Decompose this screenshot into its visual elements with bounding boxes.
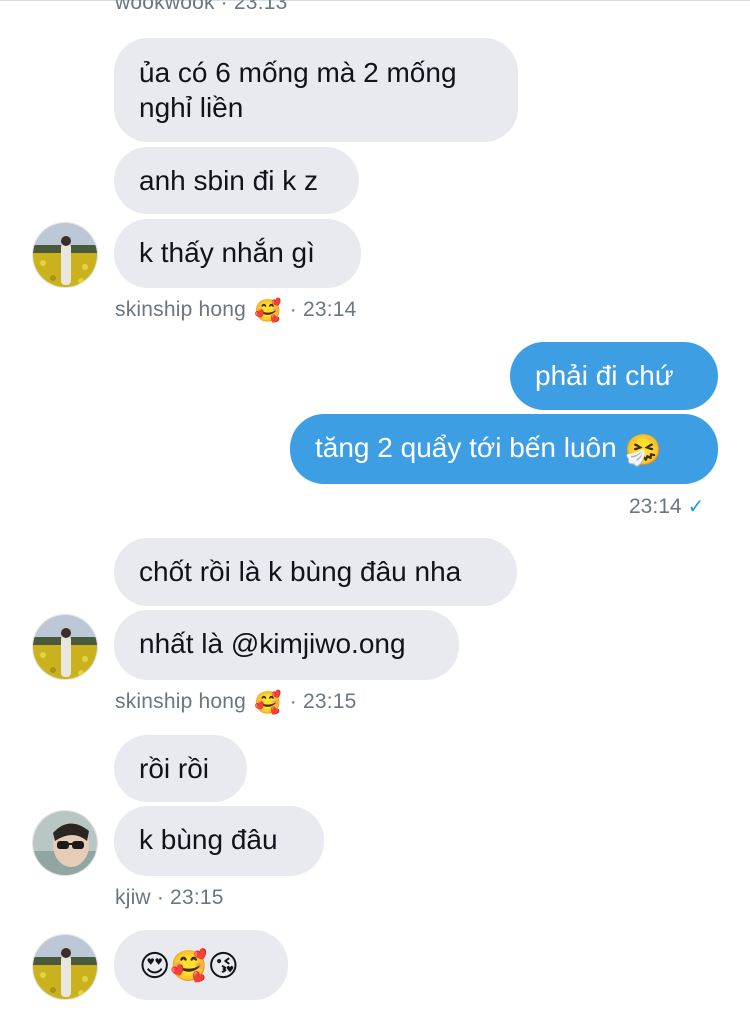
- message-meta: kjiw · 23:15: [115, 886, 224, 910]
- message-time: 23:14: [629, 495, 682, 518]
- message-text: anh sbin đi k z: [139, 165, 318, 196]
- avatar-flower-field-icon: [33, 223, 97, 287]
- meta-text: kjiw · 23:15: [115, 886, 224, 909]
- message-meta-top: wookwook · 23:13: [115, 0, 287, 15]
- message-text: k bùng đâu: [139, 824, 278, 855]
- message-bubble[interactable]: k thấy nhắn gì: [114, 219, 361, 288]
- sneezing-face-icon: 🤧: [624, 434, 662, 467]
- message-text: chốt rồi là k bùng đâu nha: [139, 556, 462, 587]
- message-time: · 23:15: [289, 690, 357, 713]
- avatar-flower-field-icon: [33, 935, 97, 999]
- message-text: rồi rồi: [139, 753, 210, 784]
- message-bubble[interactable]: ủa có 6 mống mà 2 mống nghỉ liền: [114, 38, 518, 142]
- message-text: k thấy nhắn gì: [139, 237, 315, 268]
- message-text: ủa có 6 mống mà 2 mống: [139, 57, 457, 88]
- avatar[interactable]: [32, 934, 98, 1000]
- emoji-reaction-icons: 😍🥰😘: [139, 950, 239, 983]
- top-divider: [0, 0, 750, 1]
- message-bubble[interactable]: k bùng đâu: [114, 806, 324, 876]
- message-bubble[interactable]: 😍🥰😘: [114, 930, 288, 1000]
- meta-top-text: wookwook · 23:13: [115, 0, 288, 14]
- avatar[interactable]: [32, 222, 98, 288]
- avatar[interactable]: [32, 614, 98, 680]
- avatar[interactable]: [32, 810, 98, 876]
- outgoing-message-bubble[interactable]: phải đi chứ: [510, 342, 718, 410]
- message-text: phải đi chứ: [535, 360, 674, 391]
- read-check-icon: ✓: [687, 496, 705, 518]
- avatar-flower-field-icon: [33, 615, 97, 679]
- message-meta: skinship hong 🥰 · 23:15: [115, 690, 357, 716]
- message-bubble[interactable]: chốt rồi là k bùng đâu nha: [114, 538, 517, 606]
- sender-name: skinship hong: [115, 298, 247, 321]
- message-text: nghỉ liền: [139, 92, 244, 123]
- message-time: · 23:14: [289, 298, 357, 321]
- outgoing-meta: 23:14 ✓: [629, 494, 704, 519]
- message-bubble[interactable]: nhất là @kimjiwo.ong: [114, 610, 459, 680]
- smiling-hearts-icon: 🥰: [254, 298, 282, 323]
- outgoing-message-bubble[interactable]: tăng 2 quẩy tới bến luôn 🤧: [290, 414, 718, 484]
- message-bubble[interactable]: rồi rồi: [114, 735, 247, 802]
- message-text: tăng 2 quẩy tới bến luôn: [315, 432, 617, 463]
- message-bubble[interactable]: anh sbin đi k z: [114, 147, 359, 214]
- message-meta: skinship hong 🥰 · 23:14: [115, 298, 357, 324]
- avatar-sunglasses-icon: [33, 811, 97, 875]
- smiling-hearts-icon: 🥰: [254, 690, 282, 715]
- sender-name: skinship hong: [115, 690, 247, 713]
- message-text: nhất là @kimjiwo.ong: [139, 628, 406, 659]
